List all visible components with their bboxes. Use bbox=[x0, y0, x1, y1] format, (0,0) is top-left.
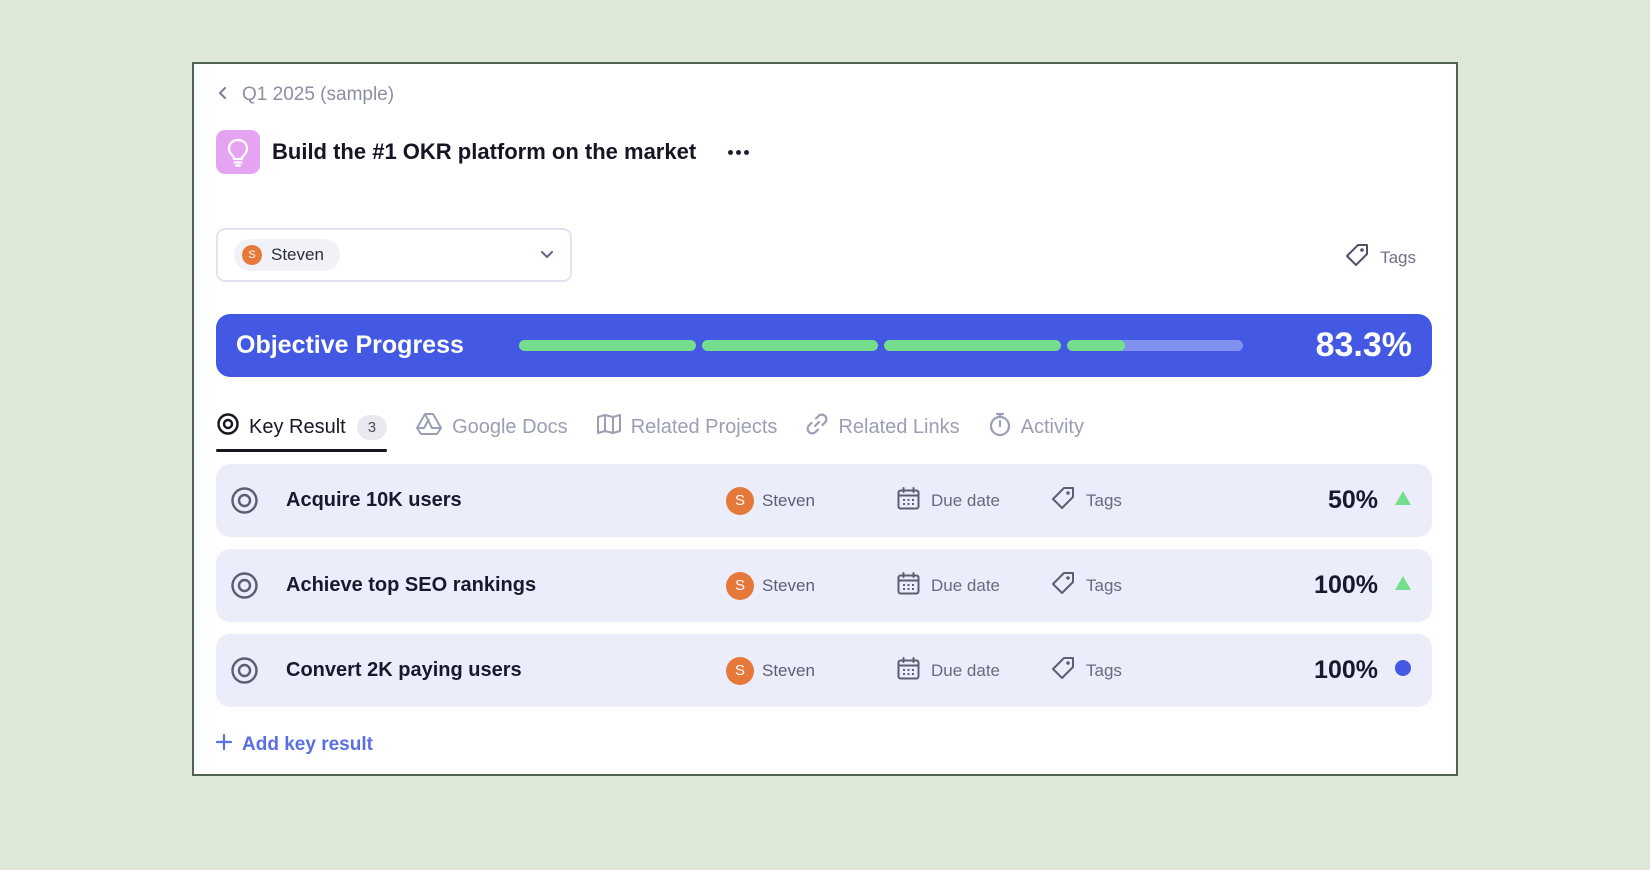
progress-bar bbox=[519, 340, 1243, 351]
add-key-result-label: Add key result bbox=[242, 734, 373, 755]
add-key-result-button[interactable]: Add key result bbox=[215, 733, 373, 756]
map-icon bbox=[596, 412, 622, 442]
target-icon bbox=[230, 486, 259, 520]
owner-chip[interactable]: S Steven bbox=[234, 239, 340, 271]
calendar-icon bbox=[896, 656, 921, 686]
progress-segment bbox=[701, 340, 878, 351]
triangle-up-icon bbox=[1394, 575, 1412, 596]
progress-value: 83.3% bbox=[1315, 326, 1412, 364]
tab-label: Activity bbox=[1020, 415, 1084, 438]
owner-name: Steven bbox=[762, 660, 815, 680]
tab-label: Google Docs bbox=[452, 415, 568, 438]
tab-label: Key Result bbox=[249, 415, 346, 438]
dot-icon bbox=[1394, 659, 1412, 682]
progress-label: Objective Progress bbox=[236, 331, 464, 359]
avatar: S bbox=[726, 571, 754, 600]
chevron-down-icon[interactable] bbox=[540, 246, 554, 264]
calendar-icon bbox=[896, 486, 921, 516]
due-date-button[interactable]: Due date bbox=[896, 486, 1000, 516]
progress-segment-fill bbox=[1066, 340, 1126, 351]
stopwatch-icon bbox=[988, 411, 1012, 443]
owner-name: Steven bbox=[271, 245, 324, 264]
calendar-icon bbox=[896, 571, 921, 601]
chevron-left-icon bbox=[218, 84, 228, 106]
target-icon bbox=[230, 656, 259, 690]
progress-segment-fill bbox=[884, 340, 1061, 351]
key-result-title: Achieve top SEO rankings bbox=[286, 574, 537, 596]
owner-select[interactable]: S Steven bbox=[216, 228, 572, 282]
tags-label: Tags bbox=[1086, 490, 1122, 510]
avatar: S bbox=[726, 486, 754, 515]
key-result-title: Acquire 10K users bbox=[286, 489, 462, 511]
plus-icon bbox=[215, 733, 233, 756]
progress-segment-fill bbox=[701, 340, 878, 351]
tags-button[interactable]: Tags bbox=[1050, 570, 1122, 601]
target-icon bbox=[230, 571, 259, 605]
tab-google-docs[interactable]: Google Docs bbox=[415, 404, 568, 450]
progress-segment bbox=[519, 340, 696, 351]
tag-icon bbox=[1050, 655, 1076, 686]
objective-progress-banner: Objective Progress 83.3% bbox=[216, 314, 1432, 377]
tab-label: Related Projects bbox=[630, 415, 778, 438]
key-result-percent: 50% bbox=[1327, 486, 1378, 514]
due-date-label: Due date bbox=[931, 575, 1000, 595]
tag-icon bbox=[1050, 570, 1076, 601]
tab-key-result[interactable]: Key Result 3 bbox=[216, 404, 388, 452]
tag-icon bbox=[1344, 242, 1370, 273]
objective-title: Build the #1 OKR platform on the market bbox=[272, 139, 697, 164]
breadcrumb[interactable]: Q1 2025 (sample) bbox=[218, 84, 394, 106]
breadcrumb-label: Q1 2025 (sample) bbox=[242, 84, 395, 105]
objective-header: Build the #1 OKR platform on the market bbox=[216, 130, 755, 174]
tags-label: Tags bbox=[1380, 247, 1416, 267]
tags-button[interactable]: Tags bbox=[1344, 242, 1416, 273]
tab-label: Related Links bbox=[838, 415, 960, 438]
avatar: S bbox=[242, 245, 262, 265]
triangle-up-icon bbox=[1394, 490, 1412, 511]
more-options-button[interactable] bbox=[722, 144, 755, 161]
key-result-owner[interactable]: S Steven bbox=[726, 571, 815, 600]
key-result-title: Convert 2K paying users bbox=[286, 659, 522, 681]
tab-related-projects[interactable]: Related Projects bbox=[596, 404, 778, 450]
key-result-list: Acquire 10K users S Steven Due date Tags… bbox=[216, 464, 1432, 719]
google-drive-icon bbox=[415, 411, 443, 443]
key-result-percent: 100% bbox=[1314, 571, 1378, 599]
more-dot bbox=[744, 149, 750, 155]
more-dot bbox=[728, 149, 734, 155]
more-dot bbox=[736, 149, 742, 155]
key-result-row[interactable]: Achieve top SEO rankings S Steven Due da… bbox=[216, 549, 1432, 622]
tab-related-links[interactable]: Related Links bbox=[805, 404, 960, 450]
tab-activity[interactable]: Activity bbox=[988, 404, 1084, 450]
due-date-button[interactable]: Due date bbox=[896, 656, 1000, 686]
key-result-row[interactable]: Convert 2K paying users S Steven Due dat… bbox=[216, 634, 1432, 707]
tab-count-badge: 3 bbox=[356, 414, 388, 440]
owner-name: Steven bbox=[762, 490, 815, 510]
avatar: S bbox=[726, 656, 754, 685]
due-date-label: Due date bbox=[931, 660, 1000, 680]
key-result-row[interactable]: Acquire 10K users S Steven Due date Tags… bbox=[216, 464, 1432, 537]
progress-segment-fill bbox=[519, 340, 696, 351]
progress-segment bbox=[884, 340, 1061, 351]
key-result-percent: 100% bbox=[1314, 656, 1378, 684]
key-result-owner[interactable]: S Steven bbox=[726, 486, 815, 515]
progress-segment bbox=[1066, 340, 1243, 351]
tag-icon bbox=[1050, 485, 1076, 516]
objective-card: Q1 2025 (sample) Build the #1 OKR platfo… bbox=[192, 62, 1458, 776]
due-date-button[interactable]: Due date bbox=[896, 571, 1000, 601]
owner-name: Steven bbox=[762, 575, 815, 595]
target-icon bbox=[216, 412, 240, 442]
link-icon bbox=[805, 412, 829, 442]
tags-button[interactable]: Tags bbox=[1050, 485, 1122, 516]
tags-label: Tags bbox=[1086, 575, 1122, 595]
tags-label: Tags bbox=[1086, 660, 1122, 680]
tab-bar: Key Result 3 Google Docs Related Project… bbox=[216, 404, 1084, 452]
key-result-owner[interactable]: S Steven bbox=[726, 656, 815, 685]
due-date-label: Due date bbox=[931, 490, 1000, 510]
lightbulb-icon bbox=[216, 130, 260, 174]
tags-button[interactable]: Tags bbox=[1050, 655, 1122, 686]
